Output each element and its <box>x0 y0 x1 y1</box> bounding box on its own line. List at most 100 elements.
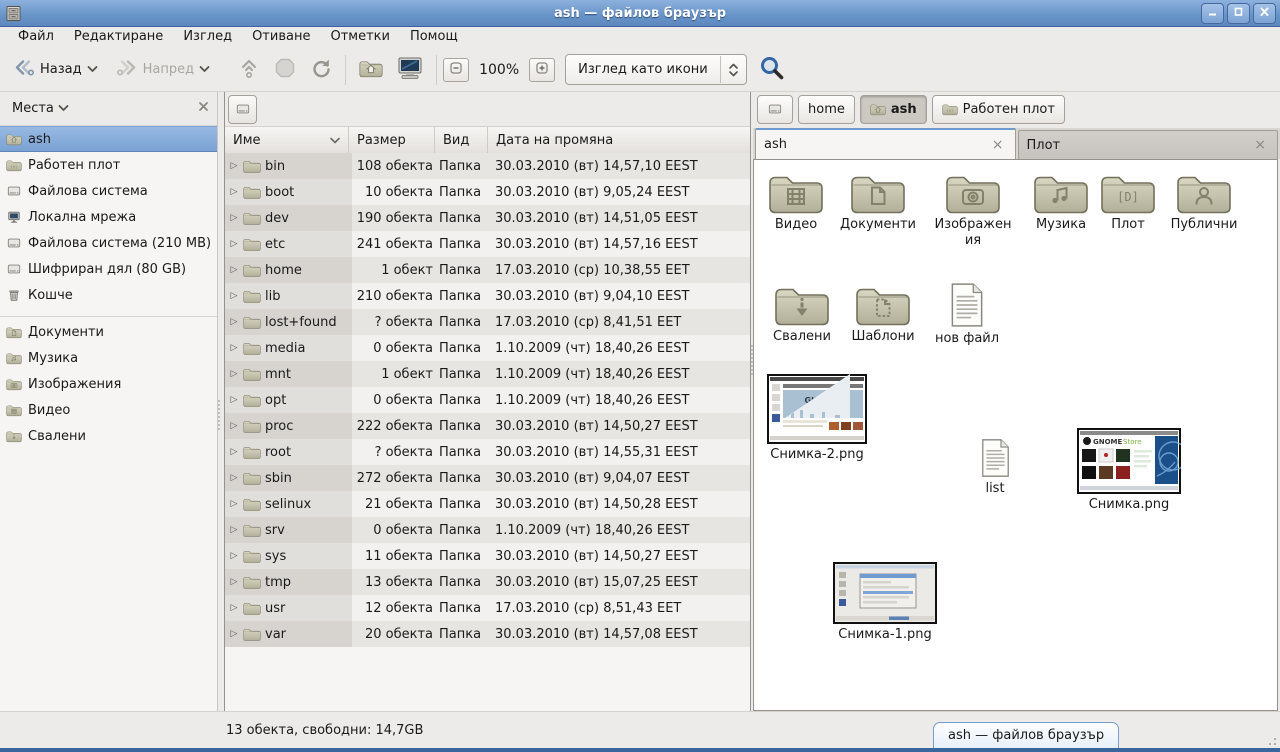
table-row[interactable]: ▷ selinux 21 обекта Папка 30.03.2010 (вт… <box>225 491 750 517</box>
column-header-modified[interactable]: Дата на промяна <box>488 127 750 153</box>
table-row[interactable]: ▷ dev 190 обекта Папка 30.03.2010 (вт) 1… <box>225 205 750 231</box>
expander-icon[interactable]: ▷ <box>229 291 239 301</box>
expander-icon[interactable]: ▷ <box>229 551 239 561</box>
file-icon-item[interactable]: list <box>966 438 1024 497</box>
tab[interactable]: Плот × <box>1018 130 1279 159</box>
sidebar-item[interactable]: Свалени <box>0 423 217 449</box>
zoom-out-button[interactable] <box>443 58 469 82</box>
back-dropdown-icon[interactable] <box>87 62 98 77</box>
sidebar-item[interactable]: Музика <box>0 345 217 371</box>
expander-icon[interactable]: ▷ <box>229 577 239 587</box>
expander-icon[interactable]: ▷ <box>229 239 239 249</box>
file-icon-item[interactable]: Документи <box>832 170 924 233</box>
expander-icon[interactable]: ▷ <box>229 395 239 405</box>
sidebar-item[interactable]: Файлова система (210 MB) <box>0 230 217 256</box>
menu-item[interactable]: Файл <box>8 27 64 48</box>
menu-item[interactable]: Отметки <box>320 27 399 48</box>
combo-arrows-icon[interactable] <box>721 62 746 78</box>
table-row[interactable]: ▷ usr 12 обекта Папка 17.03.2010 (ср) 8,… <box>225 595 750 621</box>
expander-icon[interactable]: ▷ <box>229 603 239 613</box>
file-icon-item[interactable]: Музика <box>1026 170 1096 233</box>
table-row[interactable]: ▷ mnt 1 обект Папка 1.10.2009 (чт) 18,40… <box>225 361 750 387</box>
table-row[interactable]: ▷ lib 210 обекта Папка 30.03.2010 (вт) 9… <box>225 283 750 309</box>
stop-button[interactable] <box>267 52 303 88</box>
table-row[interactable]: ▷ sys 11 обекта Папка 30.03.2010 (вт) 14… <box>225 543 750 569</box>
places-selector[interactable]: Места <box>8 99 73 118</box>
file-icon-item[interactable]: Свалени <box>768 282 836 345</box>
back-button[interactable]: Назад <box>6 53 105 86</box>
sidebar-item[interactable]: Изображения <box>0 371 217 397</box>
menu-item[interactable]: Изглед <box>173 27 242 48</box>
sidebar-item[interactable]: Видео <box>0 397 217 423</box>
computer-button[interactable] <box>390 51 430 89</box>
titlebar[interactable]: ash — файлов браузър <box>0 0 1280 27</box>
table-row[interactable]: ▷ srv 0 обекта Папка 1.10.2009 (чт) 18,4… <box>225 517 750 543</box>
expander-icon[interactable]: ▷ <box>229 161 239 171</box>
file-icon-item[interactable]: GUADEC Снимка-2.png <box>766 374 868 463</box>
sidebar-item[interactable] <box>0 308 217 317</box>
sidebar-item[interactable]: Файлова система <box>0 178 217 204</box>
taskbar-window-button[interactable]: ash — файлов браузър <box>933 722 1119 748</box>
table-row[interactable]: ▷ media 0 обекта Папка 1.10.2009 (чт) 18… <box>225 335 750 361</box>
home-button[interactable] <box>352 53 390 87</box>
tab-close-icon[interactable]: × <box>1251 137 1269 153</box>
expander-icon[interactable]: ▷ <box>229 629 239 639</box>
table-row[interactable]: ▷ sbin 272 обекта Папка 30.03.2010 (вт) … <box>225 465 750 491</box>
path-button[interactable]: [o] Работен плот <box>932 95 1065 124</box>
table-row[interactable]: ▷ tmp 13 обекта Папка 30.03.2010 (вт) 15… <box>225 569 750 595</box>
expander-icon[interactable]: ▷ <box>229 343 239 353</box>
file-icon-item[interactable]: [D] Плот <box>1098 170 1158 233</box>
file-icon-item[interactable]: Изображения <box>934 170 1012 249</box>
table-row[interactable]: ▷ etc 241 обекта Папка 30.03.2010 (вт) 1… <box>225 231 750 257</box>
tab-close-icon[interactable]: × <box>989 137 1007 153</box>
menu-item[interactable]: Помощ <box>400 27 468 48</box>
table-row[interactable]: ▷ home 1 обект Папка 17.03.2010 (ср) 10,… <box>225 257 750 283</box>
up-button[interactable] <box>231 52 267 88</box>
table-row[interactable]: ▷ proc 222 обекта Папка 30.03.2010 (вт) … <box>225 413 750 439</box>
column-header-kind[interactable]: Вид <box>435 127 488 153</box>
search-button[interactable] <box>759 55 785 85</box>
menu-item[interactable]: Редактиране <box>64 27 173 48</box>
close-button[interactable] <box>1253 3 1276 24</box>
root-location-button[interactable] <box>228 95 257 124</box>
path-button[interactable]: home <box>798 95 855 124</box>
maximize-button[interactable] <box>1227 3 1250 24</box>
sidebar-item[interactable]: Локална мрежа <box>0 204 217 230</box>
tab[interactable]: ash × <box>755 128 1016 159</box>
table-row[interactable]: ▷ var 20 обекта Папка 30.03.2010 (вт) 14… <box>225 621 750 647</box>
table-row[interactable]: ▷ root ? обекта Папка 30.03.2010 (вт) 14… <box>225 439 750 465</box>
file-icon-item[interactable]: нов файл <box>930 282 1004 347</box>
expander-icon[interactable]: ▷ <box>229 525 239 535</box>
file-icon-item[interactable]: Видео <box>764 170 828 233</box>
path-button[interactable] <box>757 95 793 124</box>
icon-view[interactable]: Видео Документи Изображения Музика [D] П… <box>753 159 1278 711</box>
expander-icon[interactable]: ▷ <box>229 421 239 431</box>
file-icon-item[interactable]: Шаблони <box>846 282 920 345</box>
sidebar-item[interactable]: Кошче <box>0 282 217 308</box>
zoom-in-button[interactable] <box>529 58 555 82</box>
forward-button[interactable]: Напред <box>109 53 217 86</box>
table-row[interactable]: ▷ bin 108 обекта Папка 30.03.2010 (вт) 1… <box>225 153 750 179</box>
expander-icon[interactable]: ▷ <box>229 369 239 379</box>
column-header-name[interactable]: Име <box>225 127 349 153</box>
menu-item[interactable]: Отиване <box>242 27 320 48</box>
expander-icon[interactable]: ▷ <box>229 187 239 197</box>
table-row[interactable]: ▷ opt 0 обекта Папка 1.10.2009 (чт) 18,4… <box>225 387 750 413</box>
sidebar-item[interactable]: Документи <box>0 319 217 345</box>
file-icon-item[interactable]: Снимка-1.png <box>832 562 938 643</box>
expander-icon[interactable]: ▷ <box>229 499 239 509</box>
minimize-button[interactable] <box>1201 3 1224 24</box>
expander-icon[interactable]: ▷ <box>229 213 239 223</box>
expander-icon[interactable]: ▷ <box>229 265 239 275</box>
file-icon-item[interactable]: GNOMEStore Снимка.png <box>1076 428 1182 513</box>
file-icon-item[interactable]: Публични <box>1164 170 1244 233</box>
table-row[interactable]: ▷ lost+found ? обекта Папка 17.03.2010 (… <box>225 309 750 335</box>
sidebar-item[interactable]: Шифриран дял (80 GB) <box>0 256 217 282</box>
reload-button[interactable] <box>303 52 339 88</box>
table-row[interactable]: ▷ boot 10 обекта Папка 30.03.2010 (вт) 9… <box>225 179 750 205</box>
view-mode-combo[interactable]: Изглед като икони <box>565 54 747 85</box>
expander-icon[interactable]: ▷ <box>229 473 239 483</box>
path-button[interactable]: ash <box>860 95 927 124</box>
sidebar-item[interactable]: [o] Работен плот <box>0 152 217 178</box>
expander-icon[interactable]: ▷ <box>229 447 239 457</box>
